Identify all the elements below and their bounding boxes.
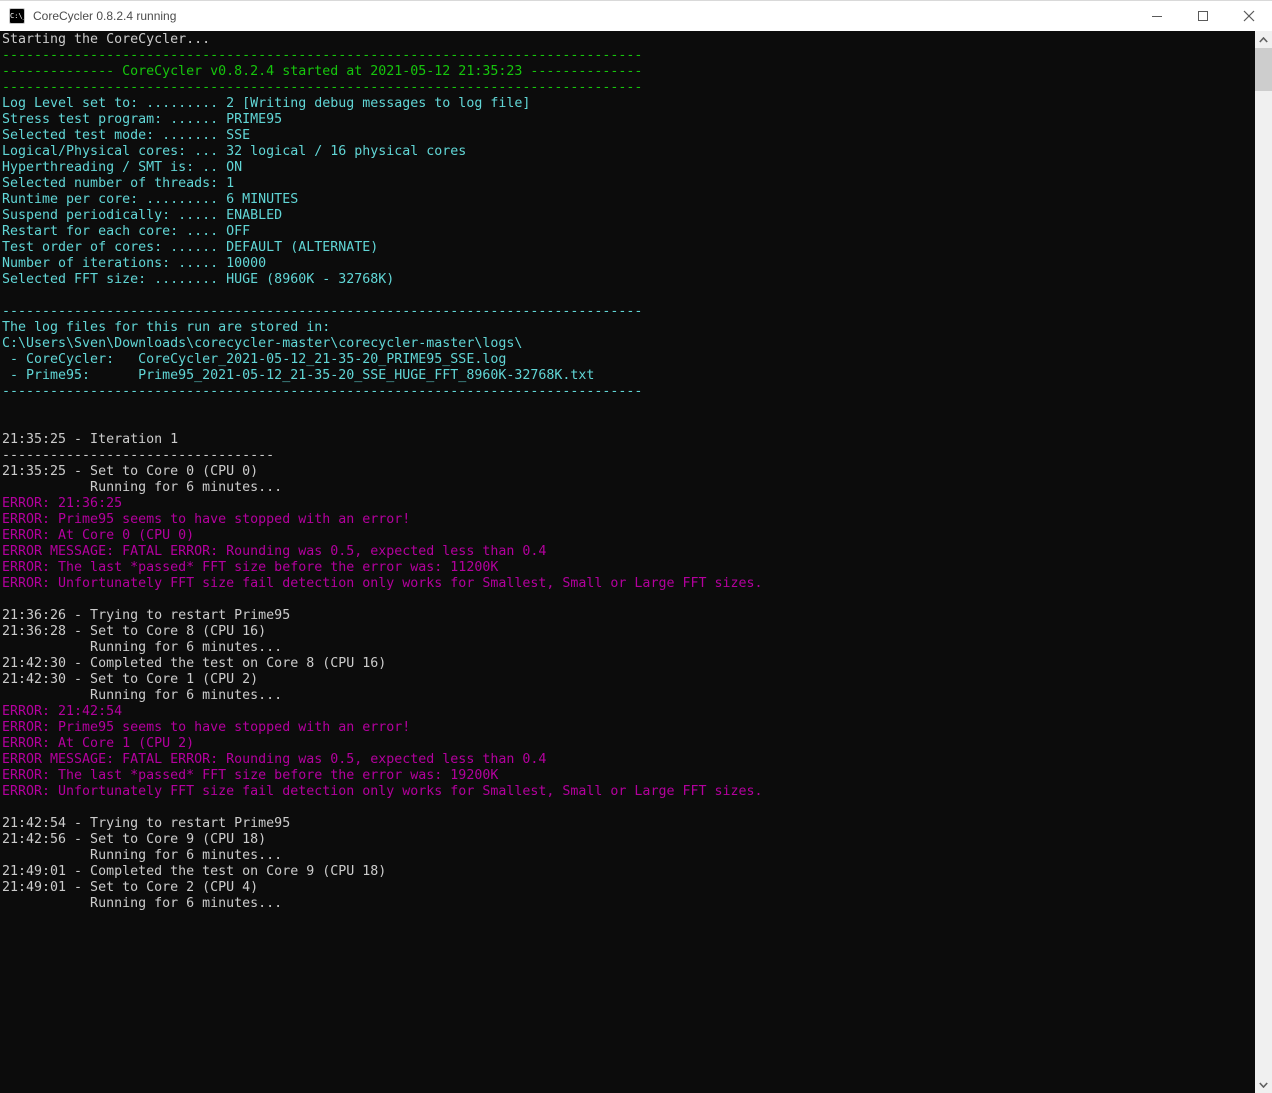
console-line: Running for 6 minutes... (2, 896, 283, 911)
console-line: ----------------------------------------… (2, 384, 643, 399)
maximize-button[interactable] (1180, 1, 1226, 32)
console-line: 21:35:25 - Set to Core 0 (CPU 0) (2, 464, 259, 479)
minimize-button[interactable] (1134, 1, 1180, 32)
console-line: ERROR MESSAGE: FATAL ERROR: Rounding was… (2, 752, 547, 767)
console-line: ERROR: Unfortunately FFT size fail detec… (2, 576, 763, 591)
chevron-up-icon (1259, 36, 1268, 43)
minimize-icon (1152, 15, 1162, 17)
console-line: 21:49:01 - Completed the test on Core 9 … (2, 864, 387, 879)
console-line: ERROR: The last *passed* FFT size before… (2, 560, 499, 575)
console-line: ----------------------------------------… (2, 304, 643, 319)
console-line: Log Level set to: ......... 2 [Writing d… (2, 96, 531, 111)
console-line: ERROR MESSAGE: FATAL ERROR: Rounding was… (2, 544, 547, 559)
console-window: C:\_ CoreCycler 0.8.2.4 running Starting… (0, 0, 1272, 1093)
window-title: CoreCycler 0.8.2.4 running (33, 9, 177, 23)
console-line: ERROR: At Core 0 (CPU 0) (2, 528, 195, 543)
scrollbar-thumb[interactable] (1255, 48, 1272, 91)
console-line: ERROR: Unfortunately FFT size fail detec… (2, 784, 763, 799)
console-line: Logical/Physical cores: ... 32 logical /… (2, 144, 467, 159)
console-line: Running for 6 minutes... (2, 640, 283, 655)
console-line: 21:42:30 - Set to Core 1 (CPU 2) (2, 672, 259, 687)
console-icon[interactable]: C:\_ (9, 8, 25, 24)
close-icon (1243, 10, 1255, 22)
scroll-down-button[interactable] (1255, 1076, 1272, 1093)
console-line: Selected test mode: ....... SSE (2, 128, 251, 143)
console-line: Running for 6 minutes... (2, 480, 283, 495)
console-line: - Prime95: Prime95_2021-05-12_21-35-20_S… (2, 368, 595, 383)
console-output: Starting the CoreCycler... --------------… (0, 31, 1255, 1093)
console-line: Number of iterations: ..... 10000 (2, 256, 267, 271)
console-line: 21:36:28 - Set to Core 8 (CPU 16) (2, 624, 267, 639)
close-button[interactable] (1226, 1, 1272, 32)
console-line: ---------------------------------- (2, 448, 275, 463)
console-line: -------------- CoreCycler v0.8.2.4 start… (2, 64, 643, 79)
title-bar: C:\_ CoreCycler 0.8.2.4 running (0, 0, 1272, 31)
console-line: Suspend periodically: ..... ENABLED (2, 208, 283, 223)
chevron-down-icon (1259, 1081, 1268, 1088)
console-line: Running for 6 minutes... (2, 688, 283, 703)
console-line: 21:42:30 - Completed the test on Core 8 … (2, 656, 387, 671)
console-line: ERROR: Prime95 seems to have stopped wit… (2, 720, 411, 735)
console-line: - CoreCycler: CoreCycler_2021-05-12_21-3… (2, 352, 507, 367)
console-line: ----------------------------------------… (2, 48, 643, 63)
console-line: ERROR: Prime95 seems to have stopped wit… (2, 512, 411, 527)
console-line: ERROR: 21:36:25 (2, 496, 123, 511)
scroll-up-button[interactable] (1255, 31, 1272, 48)
console-line: Stress test program: ...... PRIME95 (2, 112, 283, 127)
window-controls (1134, 1, 1272, 32)
console-line: Running for 6 minutes... (2, 848, 283, 863)
vertical-scrollbar[interactable] (1255, 31, 1272, 1093)
console-line: Selected number of threads: 1 (2, 176, 235, 191)
console-line: Restart for each core: .... OFF (2, 224, 251, 239)
console-line: Test order of cores: ...... DEFAULT (ALT… (2, 240, 379, 255)
console-line: ERROR: The last *passed* FFT size before… (2, 768, 499, 783)
console-line: 21:42:54 - Trying to restart Prime95 (2, 816, 291, 831)
console-line: ----------------------------------------… (2, 80, 643, 95)
console-line: Hyperthreading / SMT is: .. ON (2, 160, 243, 175)
console-line: The log files for this run are stored in… (2, 320, 331, 335)
console-line: ERROR: 21:42:54 (2, 704, 123, 719)
console-line: 21:36:26 - Trying to restart Prime95 (2, 608, 291, 623)
console-line: ERROR: At Core 1 (CPU 2) (2, 736, 195, 751)
console-line: Selected FFT size: ........ HUGE (8960K … (2, 272, 395, 287)
console-line: 21:49:01 - Set to Core 2 (CPU 4) (2, 880, 259, 895)
maximize-icon (1198, 11, 1208, 21)
console-line: 21:42:56 - Set to Core 9 (CPU 18) (2, 832, 267, 847)
console-line: 21:35:25 - Iteration 1 (2, 432, 179, 447)
console-line: C:\Users\Sven\Downloads\corecycler-maste… (2, 336, 523, 351)
console-line: Runtime per core: ......... 6 MINUTES (2, 192, 299, 207)
console-line: Starting the CoreCycler... (2, 32, 211, 47)
